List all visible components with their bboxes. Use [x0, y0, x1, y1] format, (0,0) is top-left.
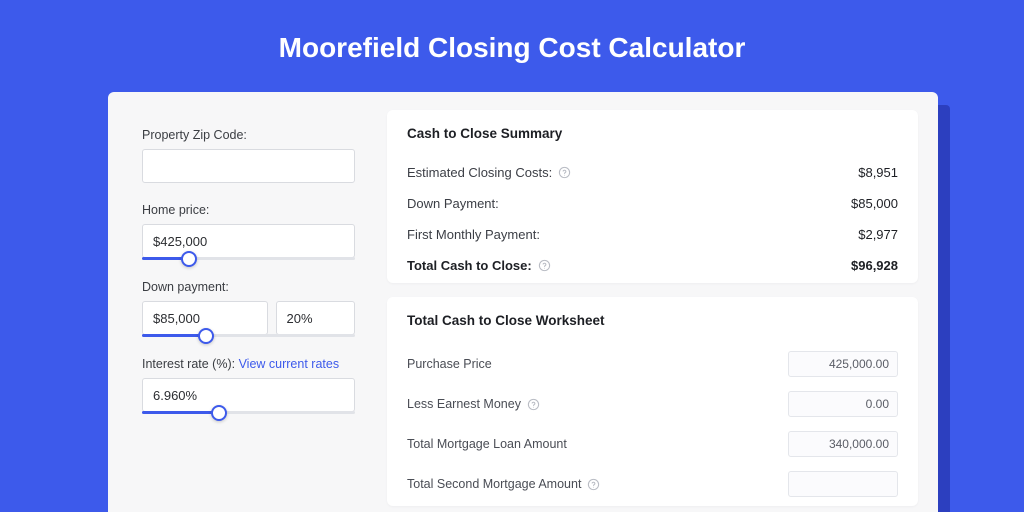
summary-row-label: Estimated Closing Costs:	[407, 165, 552, 180]
help-icon[interactable]	[527, 398, 540, 411]
summary-row: Down Payment: $85,000	[407, 188, 898, 219]
zip-label: Property Zip Code:	[142, 128, 355, 142]
down-payment-field: Down payment:	[142, 280, 355, 337]
worksheet-row-input[interactable]	[788, 391, 898, 417]
home-price-field: Home price:	[142, 203, 355, 260]
zip-field: Property Zip Code:	[142, 128, 355, 183]
results-panel: Cash to Close Summary Estimated Closing …	[373, 92, 938, 512]
summary-row-label: First Monthly Payment:	[407, 227, 540, 242]
summary-total-row: Total Cash to Close: $96,928	[407, 250, 898, 281]
home-price-input[interactable]	[142, 224, 355, 258]
zip-input[interactable]	[142, 149, 355, 183]
worksheet-row: Less Earnest Money	[407, 384, 898, 424]
help-icon[interactable]	[587, 478, 600, 491]
down-payment-label: Down payment:	[142, 280, 355, 294]
worksheet-heading: Total Cash to Close Worksheet	[407, 313, 898, 328]
worksheet-row: Total Second Mortgage Amount	[407, 464, 898, 504]
summary-heading: Cash to Close Summary	[407, 126, 898, 141]
view-rates-link[interactable]: View current rates	[239, 357, 340, 371]
calculator-card: Property Zip Code: Home price: Down paym…	[108, 92, 938, 512]
worksheet-row: Purchase Price	[407, 344, 898, 384]
page-title: Moorefield Closing Cost Calculator	[0, 0, 1024, 64]
summary-total-value: $96,928	[851, 258, 898, 273]
interest-rate-label: Interest rate (%):	[142, 357, 239, 371]
help-icon[interactable]	[558, 166, 571, 179]
inputs-panel: Property Zip Code: Home price: Down paym…	[108, 92, 373, 512]
summary-total-label: Total Cash to Close:	[407, 258, 532, 273]
interest-rate-slider[interactable]	[142, 411, 355, 414]
worksheet-row: Total Mortgage Loan Amount	[407, 424, 898, 464]
slider-thumb[interactable]	[211, 405, 227, 421]
interest-rate-field: Interest rate (%): View current rates	[142, 357, 355, 414]
worksheet-row-input[interactable]	[788, 351, 898, 377]
slider-thumb[interactable]	[181, 251, 197, 267]
summary-row-value: $8,951	[858, 165, 898, 180]
home-price-label: Home price:	[142, 203, 355, 217]
worksheet-panel: Total Cash to Close Worksheet Purchase P…	[387, 297, 918, 506]
summary-row: Estimated Closing Costs: $8,951	[407, 157, 898, 188]
worksheet-row-label: Total Mortgage Loan Amount	[407, 437, 567, 451]
summary-row-value: $2,977	[858, 227, 898, 242]
summary-row-label: Down Payment:	[407, 196, 499, 211]
summary-panel: Cash to Close Summary Estimated Closing …	[387, 110, 918, 283]
summary-row-value: $85,000	[851, 196, 898, 211]
down-payment-pct-input[interactable]	[276, 301, 356, 335]
summary-row: First Monthly Payment: $2,977	[407, 219, 898, 250]
help-icon[interactable]	[538, 259, 551, 272]
interest-rate-input[interactable]	[142, 378, 355, 412]
home-price-slider[interactable]	[142, 257, 355, 260]
down-payment-slider[interactable]	[142, 334, 355, 337]
worksheet-row-input[interactable]	[788, 471, 898, 497]
worksheet-row-label: Less Earnest Money	[407, 397, 521, 411]
worksheet-row-label: Purchase Price	[407, 357, 492, 371]
slider-thumb[interactable]	[198, 328, 214, 344]
worksheet-row-input[interactable]	[788, 431, 898, 457]
worksheet-row-label: Total Second Mortgage Amount	[407, 477, 581, 491]
